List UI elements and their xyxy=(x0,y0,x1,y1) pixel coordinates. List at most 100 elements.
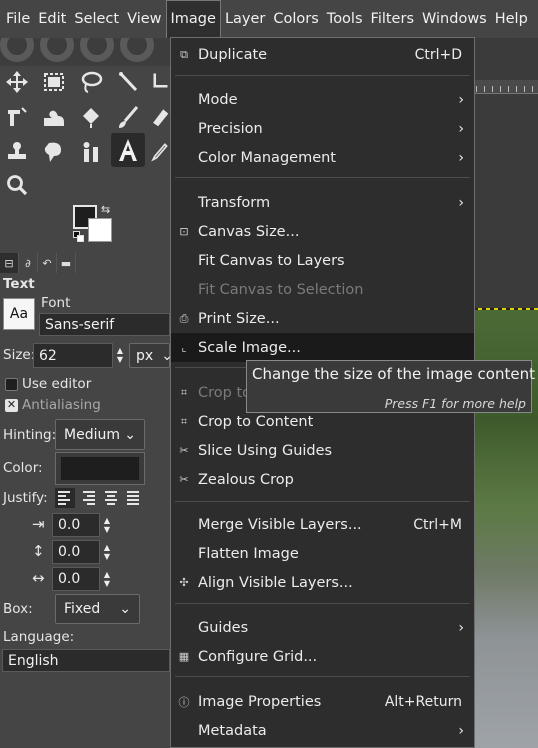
slice-icon: ✂ xyxy=(179,444,189,457)
menu-item-fit-canvas-to-selection[interactable]: Fit Canvas to Selection xyxy=(171,275,474,304)
submenu-arrow-icon: › xyxy=(458,149,464,166)
horizontal-ruler[interactable] xyxy=(470,80,538,94)
language-input[interactable]: English xyxy=(2,649,170,672)
menu-item-transform[interactable]: Transform › xyxy=(171,188,474,217)
size-stepper[interactable]: ▲ ▼ xyxy=(114,346,126,364)
size-unit-select[interactable]: px ⌄ xyxy=(129,343,173,368)
fuzzy-select-tool-icon[interactable] xyxy=(111,65,145,99)
zealous-crop-icon: ✂ xyxy=(179,473,189,486)
crop-icon: ⌗ xyxy=(180,385,188,399)
menu-image[interactable]: Image xyxy=(165,0,221,38)
menu-colors[interactable]: Colors xyxy=(269,0,322,38)
tool-options-title: Text xyxy=(3,276,35,292)
font-input[interactable]: Sans-serif xyxy=(39,313,170,336)
paintbrush-tool-icon[interactable] xyxy=(111,100,145,134)
menu-bar: File Edit Select View Image Layer Colors… xyxy=(0,0,538,38)
lasso-tool-icon[interactable] xyxy=(74,65,108,99)
menu-item-zealous-crop[interactable]: ✂ Zealous Crop xyxy=(171,465,474,494)
menu-filters[interactable]: Filters xyxy=(367,0,418,38)
menu-item-merge-visible-layers[interactable]: Merge Visible Layers... Ctrl+M xyxy=(171,510,474,539)
menu-file[interactable]: File xyxy=(2,0,34,38)
letter-spacing-stepper[interactable]: ▲ ▼ xyxy=(101,570,113,588)
antialiasing-checkbox[interactable]: ✕ xyxy=(5,399,18,412)
menu-windows[interactable]: Windows xyxy=(418,0,491,38)
menu-item-print-size[interactable]: ⎙ Print Size... xyxy=(171,304,474,333)
menu-item-metadata[interactable]: Metadata › xyxy=(171,716,474,745)
menu-tools[interactable]: Tools xyxy=(323,0,367,38)
duplicate-icon: ⧉ xyxy=(180,47,188,61)
menu-item-flatten-image[interactable]: Flatten Image xyxy=(171,539,474,568)
device-status-tab-icon[interactable]: ∂ xyxy=(19,253,38,273)
menu-help[interactable]: Help xyxy=(491,0,532,38)
reset-colors-icon[interactable] xyxy=(73,231,85,243)
swap-colors-icon[interactable]: ⇆ xyxy=(101,203,110,216)
line-spacing-icon: ↕ xyxy=(32,542,45,560)
menu-separator xyxy=(175,603,470,604)
crop-tool-icon[interactable] xyxy=(148,65,170,99)
size-unit-value: px xyxy=(136,347,154,364)
dodge-burn-tool-icon[interactable] xyxy=(74,135,108,169)
justify-fill-icon[interactable] xyxy=(124,488,144,508)
clone-tool-icon[interactable] xyxy=(0,135,34,169)
line-spacing-input[interactable]: 0.0 xyxy=(52,540,100,564)
use-editor-checkbox[interactable] xyxy=(5,378,18,391)
menu-layer[interactable]: Layer xyxy=(221,0,269,38)
menu-edit[interactable]: Edit xyxy=(34,0,70,38)
menu-separator xyxy=(175,75,470,76)
images-tab-icon[interactable]: ▬ xyxy=(57,253,76,273)
menu-item-slice-using-guides[interactable]: ✂ Slice Using Guides xyxy=(171,436,474,465)
menu-item-precision[interactable]: Precision › xyxy=(171,114,474,143)
scale-image-icon: ⌞ xyxy=(181,341,187,354)
color-picker-tool-icon[interactable] xyxy=(148,135,170,169)
warp-tool-icon[interactable] xyxy=(37,100,71,134)
box-label: Box: xyxy=(3,601,33,617)
zoom-tool-icon[interactable] xyxy=(0,168,34,202)
font-preview-button[interactable]: Aa xyxy=(3,298,35,330)
move-tool-icon[interactable] xyxy=(0,65,34,99)
tooltip-text: Change the size of the image content xyxy=(252,365,535,383)
undo-history-tab-icon[interactable]: ↶ xyxy=(38,253,57,273)
tool-options-tab-icon[interactable]: ⊟ xyxy=(0,253,19,273)
indent-icon: ⇥ xyxy=(32,515,45,533)
submenu-arrow-icon: › xyxy=(458,194,464,211)
justify-center-icon[interactable] xyxy=(101,488,121,508)
text-tool-icon[interactable] xyxy=(111,133,145,167)
justify-left-icon[interactable] xyxy=(55,488,75,508)
wilber-decoration xyxy=(0,38,170,66)
menu-item-image-properties[interactable]: ⓘ Image Properties Alt+Return xyxy=(171,687,474,716)
menu-item-align-visible-layers[interactable]: ✣ Align Visible Layers... xyxy=(171,568,474,597)
smudge-tool-icon[interactable] xyxy=(37,135,71,169)
rect-select-tool-icon[interactable] xyxy=(37,65,71,99)
menu-separator xyxy=(175,177,470,178)
menu-item-canvas-size[interactable]: ⊡ Canvas Size... xyxy=(171,217,474,246)
size-input[interactable]: 62 xyxy=(33,343,113,368)
language-label: Language: xyxy=(3,629,75,645)
submenu-arrow-icon: › xyxy=(458,619,464,636)
justify-right-icon[interactable] xyxy=(78,488,98,508)
menu-item-mode[interactable]: Mode › xyxy=(171,85,474,114)
eraser-tool-icon[interactable] xyxy=(148,100,170,134)
menu-item-fit-canvas-to-layers[interactable]: Fit Canvas to Layers xyxy=(171,246,474,275)
menu-select[interactable]: Select xyxy=(70,0,123,38)
hinting-label: Hinting: xyxy=(3,427,57,443)
unified-transform-tool-icon[interactable] xyxy=(0,100,34,134)
text-color-button[interactable] xyxy=(55,452,145,485)
indent-input[interactable]: 0.0 xyxy=(52,513,100,537)
menu-item-color-management[interactable]: Color Management › xyxy=(171,143,474,172)
indent-stepper[interactable]: ▲ ▼ xyxy=(101,516,113,534)
menu-item-scale-image[interactable]: ⌞ Scale Image... xyxy=(171,333,474,362)
bucket-fill-tool-icon[interactable] xyxy=(74,100,108,134)
menu-item-configure-grid[interactable]: ▦ Configure Grid... xyxy=(171,642,474,671)
hinting-value: Medium xyxy=(64,426,120,443)
letter-spacing-input[interactable]: 0.0 xyxy=(52,567,100,591)
menu-item-duplicate[interactable]: ⧉ Duplicate Ctrl+D xyxy=(171,40,474,69)
chevron-down-icon: ⌄ xyxy=(119,601,131,617)
hinting-select[interactable]: Medium ⌄ xyxy=(55,419,145,450)
dock-tabs: ⊟ ∂ ↶ ▬ xyxy=(0,253,80,273)
background-color-swatch[interactable] xyxy=(88,218,112,242)
line-spacing-stepper[interactable]: ▲ ▼ xyxy=(101,543,113,561)
box-mode-select[interactable]: Fixed ⌄ xyxy=(55,594,140,624)
use-editor-label: Use editor xyxy=(22,376,92,392)
menu-view[interactable]: View xyxy=(123,0,165,38)
menu-item-guides[interactable]: Guides › xyxy=(171,613,474,642)
